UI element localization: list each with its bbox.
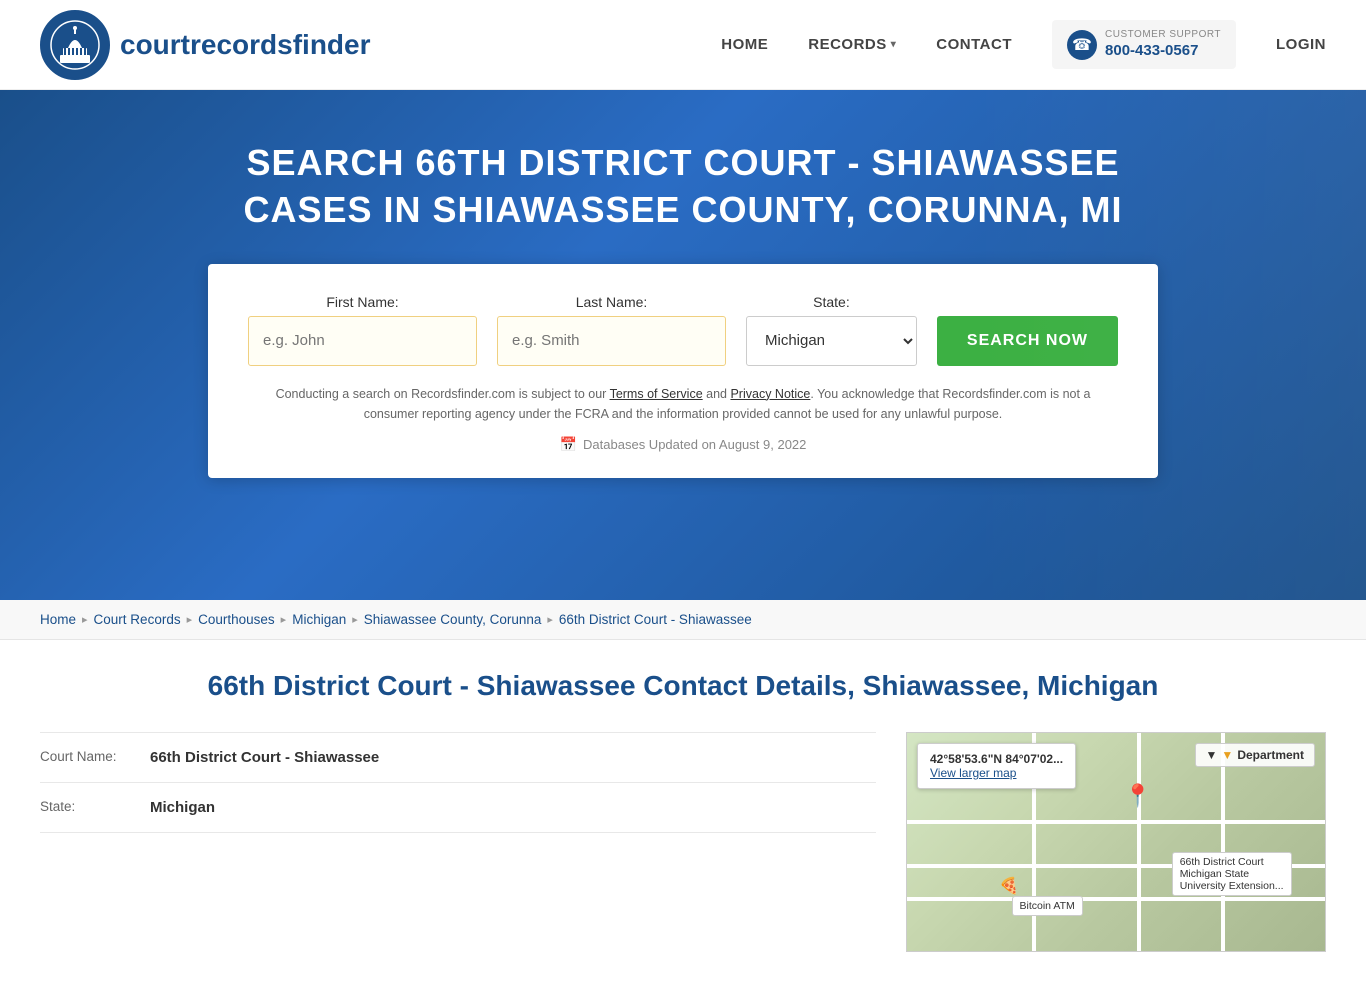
logo[interactable]: courtrecordsfinder xyxy=(40,10,371,80)
page-title: 66th District Court - Shiawassee Contact… xyxy=(40,670,1326,702)
last-name-group: Last Name: xyxy=(497,294,726,366)
court-name-value: 66th District Court - Shiawassee xyxy=(150,749,379,766)
restaurant-icon: 🍕 xyxy=(999,876,1019,896)
records-chevron-icon: ▾ xyxy=(891,39,897,50)
filter-icon: ▼ xyxy=(1206,748,1218,762)
state-detail-label: State: xyxy=(40,799,140,816)
breadcrumb-courthouses[interactable]: Courthouses xyxy=(198,612,275,627)
first-name-group: First Name: xyxy=(248,294,477,366)
details-left: Court Name: 66th District Court - Shiawa… xyxy=(40,732,876,952)
coordinates: 42°58'53.6"N 84°07'02... xyxy=(930,752,1063,766)
logo-icon xyxy=(40,10,110,80)
phone-icon: ☎ xyxy=(1067,30,1097,60)
calendar-icon: 📅 xyxy=(560,436,577,453)
nav-records[interactable]: RECORDS ▾ xyxy=(808,36,896,53)
view-larger-map-link[interactable]: View larger map xyxy=(930,766,1016,780)
terms-link[interactable]: Terms of Service xyxy=(610,387,703,401)
map-poi-court: 66th District Court Michigan State Unive… xyxy=(1172,852,1292,896)
logo-text: courtrecordsfinder xyxy=(120,29,371,61)
breadcrumb-sep-5: ▸ xyxy=(547,613,553,626)
breadcrumb-sep-4: ▸ xyxy=(352,613,358,626)
breadcrumb-michigan[interactable]: Michigan xyxy=(292,612,346,627)
state-group: State: Michigan Alabama Alaska Arizona C… xyxy=(746,294,917,366)
support-text: CUSTOMER SUPPORT 800-433-0567 xyxy=(1105,28,1221,61)
dept-marker-icon: ▼ xyxy=(1221,748,1233,762)
breadcrumb-sep-1: ▸ xyxy=(82,613,88,626)
map-info-box: 42°58'53.6"N 84°07'02... View larger map xyxy=(917,743,1076,789)
breadcrumb-sep-2: ▸ xyxy=(187,613,193,626)
details-layout: Court Name: 66th District Court - Shiawa… xyxy=(40,732,1326,952)
privacy-link[interactable]: Privacy Notice xyxy=(730,387,810,401)
last-name-input[interactable] xyxy=(497,316,726,366)
state-row: State: Michigan xyxy=(40,783,876,833)
map-poi-bitcoin: Bitcoin ATM xyxy=(1012,896,1083,916)
header: courtrecordsfinder HOME RECORDS ▾ CONTAC… xyxy=(0,0,1366,90)
court-name-row: Court Name: 66th District Court - Shiawa… xyxy=(40,732,876,783)
hero-bg-decoration xyxy=(966,90,1366,600)
first-name-input[interactable] xyxy=(248,316,477,366)
main-content: 66th District Court - Shiawassee Contact… xyxy=(0,640,1366,982)
login-button[interactable]: LOGIN xyxy=(1276,36,1326,53)
map-container[interactable]: ▼ ▼ Department 42°58'53.6"N 84°07'02... … xyxy=(906,732,1326,952)
breadcrumb-court-records[interactable]: Court Records xyxy=(94,612,181,627)
breadcrumb-sep-3: ▸ xyxy=(281,613,287,626)
state-detail-value: Michigan xyxy=(150,799,215,816)
nav-home[interactable]: HOME xyxy=(721,36,768,53)
breadcrumb-66th-court[interactable]: 66th District Court - Shiawassee xyxy=(559,612,752,627)
customer-support[interactable]: ☎ CUSTOMER SUPPORT 800-433-0567 xyxy=(1052,20,1236,69)
last-name-label: Last Name: xyxy=(497,294,726,310)
map-area: ▼ ▼ Department 42°58'53.6"N 84°07'02... … xyxy=(906,732,1326,952)
breadcrumb: Home ▸ Court Records ▸ Courthouses ▸ Mic… xyxy=(0,600,1366,640)
first-name-label: First Name: xyxy=(248,294,477,310)
hero-section: SEARCH 66TH DISTRICT COURT - SHIAWASSEE … xyxy=(0,90,1366,600)
state-label: State: xyxy=(746,294,917,310)
nav-contact[interactable]: CONTACT xyxy=(936,36,1012,53)
breadcrumb-home[interactable]: Home xyxy=(40,612,76,627)
state-select[interactable]: Michigan Alabama Alaska Arizona Californ… xyxy=(746,316,917,366)
map-dept-header: ▼ ▼ Department xyxy=(1195,743,1315,767)
breadcrumb-shiawassee-corunna[interactable]: Shiawassee County, Corunna xyxy=(364,612,542,627)
map-pin-icon: 📍 xyxy=(1124,783,1151,809)
court-name-label: Court Name: xyxy=(40,749,140,766)
main-nav: HOME RECORDS ▾ CONTACT ☎ CUSTOMER SUPPOR… xyxy=(721,20,1326,69)
